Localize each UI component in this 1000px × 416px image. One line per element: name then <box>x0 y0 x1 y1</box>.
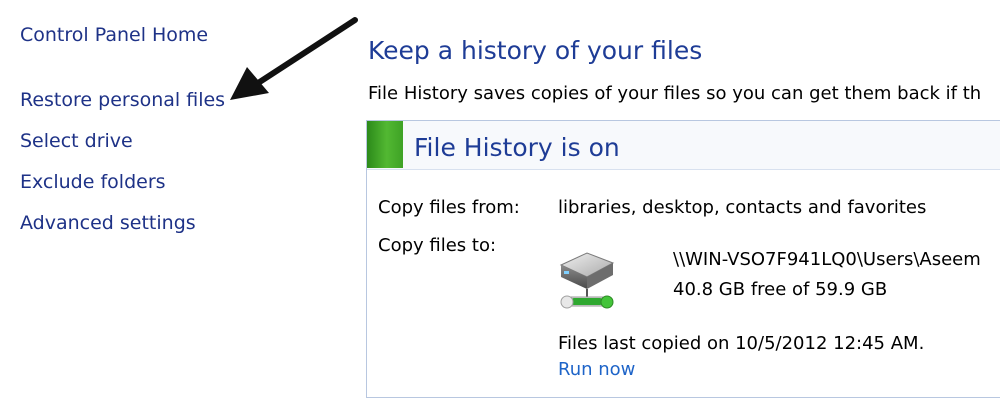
intro-text: File History saves copies of your files … <box>368 83 982 104</box>
page-title: Keep a history of your files <box>368 36 703 65</box>
sidebar-item-restore-personal-files[interactable]: Restore personal files <box>20 91 225 110</box>
sidebar-item-advanced-settings[interactable]: Advanced settings <box>20 214 196 233</box>
network-drive-icon <box>559 252 615 309</box>
drive-space: 40.8 GB free of 59.9 GB <box>673 279 888 300</box>
copy-from-value: libraries, desktop, contacts and favorit… <box>558 197 927 218</box>
file-history-panel: File History is on Copy files from: libr… <box>366 120 1000 398</box>
arrow-icon <box>230 17 358 100</box>
status-indicator <box>367 121 403 168</box>
sidebar-item-select-drive[interactable]: Select drive <box>20 132 133 151</box>
sidebar-item-control-panel-home[interactable]: Control Panel Home <box>20 26 208 45</box>
sidebar-item-exclude-folders[interactable]: Exclude folders <box>20 173 166 192</box>
panel-header: File History is on <box>367 121 1000 170</box>
run-now-link[interactable]: Run now <box>558 361 635 379</box>
copy-from-label: Copy files from: <box>378 197 520 218</box>
last-copied-text: Files last copied on 10/5/2012 12:45 AM. <box>558 333 925 354</box>
status-title: File History is on <box>414 133 620 162</box>
drive-path: \\WIN-VSO7F941LQ0\Users\Aseem <box>673 249 981 270</box>
copy-to-label: Copy files to: <box>378 235 497 256</box>
